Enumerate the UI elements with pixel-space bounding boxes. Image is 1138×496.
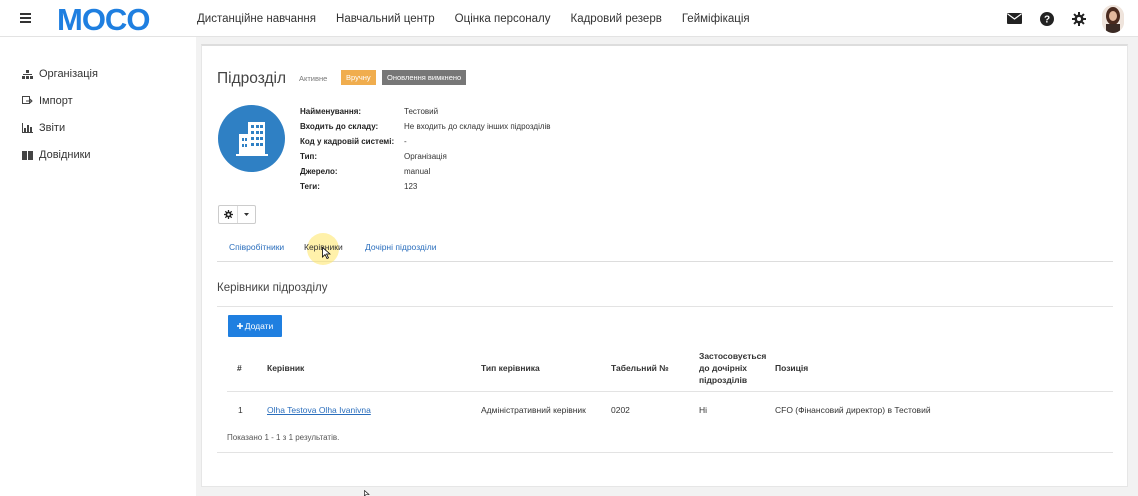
manual-badge: Вручну xyxy=(341,70,376,85)
sidebar-item-directories[interactable]: Довідники xyxy=(22,149,91,161)
nav-staff-assessment[interactable]: Оцінка персоналу xyxy=(455,13,551,25)
nav-distance-learning[interactable]: Дистанційне навчання xyxy=(197,13,316,25)
col-applies-l1: Застосовується xyxy=(699,351,767,361)
actions-dropdown-button[interactable] xyxy=(218,205,256,224)
results-summary: Показано 1 - 1 з 1 результатів. xyxy=(227,433,340,442)
caret-down-icon xyxy=(238,213,255,216)
gear-icon xyxy=(219,206,239,223)
col-position: Позиція xyxy=(775,363,809,373)
col-tab-number: Табельний № xyxy=(611,363,669,373)
avatar[interactable] xyxy=(1102,4,1124,33)
cell-number: 1 xyxy=(238,405,243,415)
nav-training-center[interactable]: Навчальний центр xyxy=(336,13,435,25)
import-icon xyxy=(22,96,33,106)
sidebar-item-label: Звіти xyxy=(39,122,66,134)
sidebar-item-organization[interactable]: Організація xyxy=(22,68,98,80)
manager-link[interactable]: Olha Testova Olha Ivanivna xyxy=(267,405,371,415)
mouse-cursor-icon xyxy=(322,247,331,259)
sidebar-item-label: Імпорт xyxy=(39,95,73,107)
cell-position: CFO (Фінансовий директор) в Тестовий xyxy=(775,405,931,415)
main-nav: Дистанційне навчання Навчальний центр Оц… xyxy=(197,0,750,37)
top-bar: MOCO Дистанційне навчання Навчальний цен… xyxy=(0,0,1138,37)
add-manager-button[interactable]: Додати xyxy=(228,315,282,337)
sidebar-item-reports[interactable]: Звіти xyxy=(22,122,65,134)
moco-logo[interactable]: MOCO xyxy=(57,5,163,33)
envelope-icon[interactable] xyxy=(1006,10,1023,27)
sidebar-item-label: Довідники xyxy=(39,149,91,161)
top-icons: ? xyxy=(1006,0,1124,37)
cell-applies: Ні xyxy=(699,405,708,415)
sidebar-item-import[interactable]: Імпорт xyxy=(22,95,73,107)
col-manager: Керівник xyxy=(267,363,305,373)
col-applies-l2: до дочірніх xyxy=(699,363,748,373)
tabs: Співробітники Керівники Дочірні підрозді… xyxy=(217,233,1113,265)
svg-text:MOCO: MOCO xyxy=(57,5,149,33)
unit-card: Підрозділ Активне Вручну Оновлення вимкн… xyxy=(201,44,1128,487)
sidebar-item-label: Організація xyxy=(39,68,98,80)
building-icon xyxy=(218,105,285,172)
book-icon xyxy=(22,150,33,160)
updates-disabled-badge: Оновлення вимкнено xyxy=(382,70,467,85)
tab-child-units[interactable]: Дочірні підрозділи xyxy=(365,242,436,252)
cell-manager-type: Адміністративний керівник xyxy=(481,405,586,415)
col-applies-l3: підрозділів xyxy=(699,375,748,385)
divider xyxy=(217,306,1113,307)
svg-text:?: ? xyxy=(1043,14,1049,25)
managers-table: # Керівник Тип керівника Табельний № Зас… xyxy=(217,342,1113,453)
gear-icon[interactable] xyxy=(1070,10,1087,27)
nav-talent-pool[interactable]: Кадровий резерв xyxy=(571,13,662,25)
org-chart-icon xyxy=(22,69,33,79)
section-title: Керівники підрозділу xyxy=(217,282,328,294)
nav-gamification[interactable]: Гейміфікація xyxy=(682,13,750,25)
sidebar: Організація Імпорт Звіти Довідники xyxy=(0,37,196,496)
page-title: Підрозділ xyxy=(217,70,286,87)
col-number: # xyxy=(237,363,242,373)
col-manager-type: Тип керівника xyxy=(481,363,540,373)
tab-employees[interactable]: Співробітники xyxy=(229,242,284,252)
plus-icon xyxy=(236,321,243,331)
cell-tab-number: 0202 xyxy=(611,405,630,415)
menu-toggle-icon[interactable] xyxy=(20,13,31,23)
mouse-cursor-small-icon xyxy=(364,490,370,496)
table-header-divider xyxy=(227,391,1113,392)
question-icon[interactable]: ? xyxy=(1038,10,1055,27)
bar-chart-icon xyxy=(22,123,33,133)
status-label: Активне xyxy=(299,74,328,83)
